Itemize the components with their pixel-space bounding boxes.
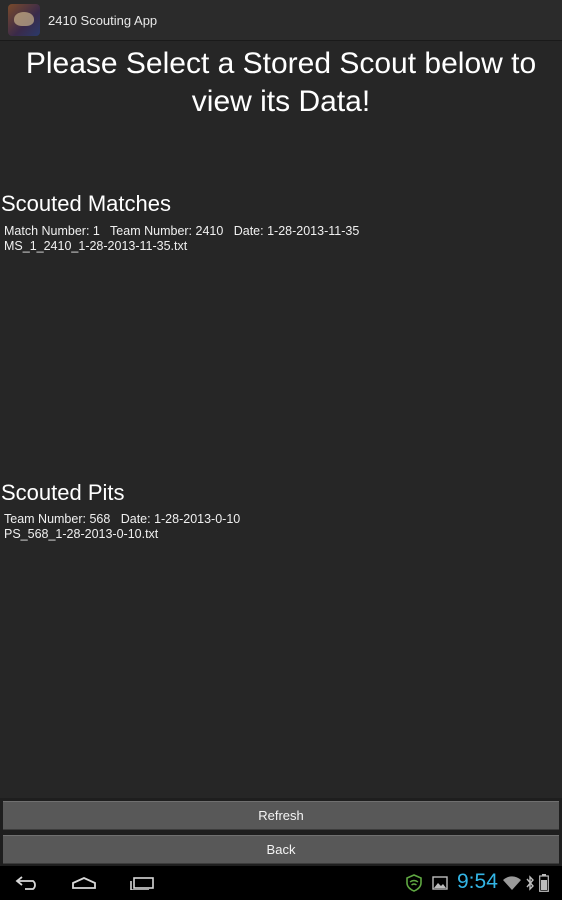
system-navigation-bar: 9:54	[0, 866, 562, 900]
page-headline: Please Select a Stored Scout below to vi…	[25, 47, 537, 118]
back-icon[interactable]	[14, 872, 42, 894]
refresh-button[interactable]: Refresh	[3, 801, 559, 830]
home-icon[interactable]	[70, 872, 98, 894]
back-button[interactable]: Back	[3, 835, 559, 864]
main-content: Please Select a Stored Scout below to vi…	[0, 41, 562, 798]
pit-list-item[interactable]: Team Number: 568 Date: 1-28-2013-0-10 PS…	[4, 512, 240, 542]
bluetooth-icon	[525, 872, 535, 894]
scouted-matches-title: Scouted Matches	[1, 191, 171, 216]
status-clock: 9:54	[457, 870, 498, 893]
match-list-item[interactable]: Match Number: 1 Team Number: 2410 Date: …	[4, 224, 359, 254]
action-bar: 2410 Scouting App	[0, 0, 562, 41]
pit-summary: Team Number: 568 Date: 1-28-2013-0-10	[4, 512, 241, 526]
button-bar: Refresh Back	[0, 798, 562, 866]
battery-icon	[538, 872, 550, 894]
team-robot-logo-icon[interactable]	[8, 4, 40, 36]
wifi-icon	[503, 872, 521, 894]
match-file-name: MS_1_2410_1-28-2013-11-35.txt	[4, 239, 188, 253]
pit-file-name: PS_568_1-28-2013-0-10.txt	[4, 527, 159, 541]
image-icon	[431, 872, 449, 894]
shield-icon	[405, 872, 423, 894]
app-title: 2410 Scouting App	[48, 12, 158, 28]
match-summary: Match Number: 1 Team Number: 2410 Date: …	[4, 224, 360, 238]
scouted-pits-title: Scouted Pits	[1, 480, 125, 505]
recent-apps-icon[interactable]	[128, 872, 156, 894]
